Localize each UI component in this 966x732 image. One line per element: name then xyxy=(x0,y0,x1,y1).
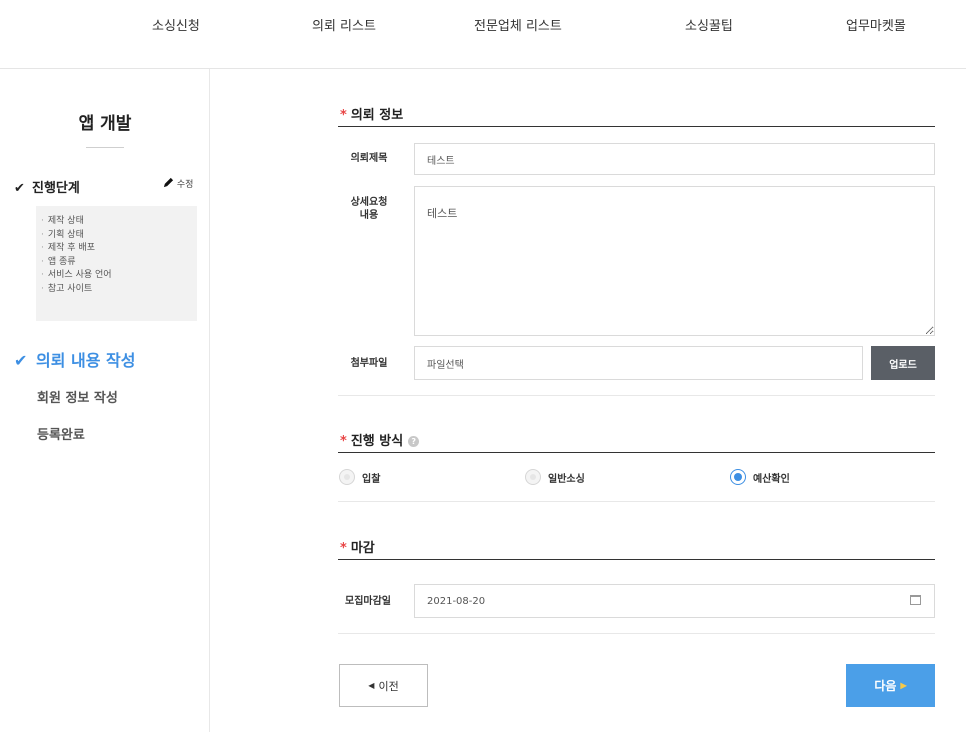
next-button[interactable]: 다음 ▶ xyxy=(846,664,935,707)
sidebar: 앱 개발 ✔ 진행단계 수정 제작 상태 기획 상태 제작 후 배포 앱 종류 서… xyxy=(0,69,210,732)
detail-textarea[interactable] xyxy=(414,186,935,336)
required-mark: * xyxy=(340,434,347,449)
radio-budget-check[interactable]: 예산확인 xyxy=(730,469,790,485)
nav-item-sourcing-tips[interactable]: 소싱꿀팁 xyxy=(685,15,733,34)
arrow-right-icon: ▶ xyxy=(900,681,907,690)
file-label: 첨부파일 xyxy=(350,358,388,369)
required-mark: * xyxy=(340,108,347,123)
step-progress-label: 진행단계 xyxy=(32,181,80,196)
upload-button[interactable]: 업로드 xyxy=(871,346,935,380)
calendar-icon[interactable] xyxy=(910,595,921,605)
list-item: 참고 사이트 xyxy=(41,283,197,297)
section-divider xyxy=(338,395,935,396)
section-divider xyxy=(338,452,935,453)
step-request-content: ✔ 의뢰 내용 작성 xyxy=(14,347,135,371)
section-title-request-info: * 의뢰 정보 xyxy=(340,104,403,123)
section-title-text: 마감 xyxy=(350,541,375,556)
section-divider xyxy=(338,633,935,634)
section-divider xyxy=(338,559,935,560)
arrow-left-icon: ◀ xyxy=(368,681,375,690)
radio-bidding[interactable]: 입찰 xyxy=(339,469,380,485)
nav-item-expert-list[interactable]: 전문업체 리스트 xyxy=(474,15,562,34)
nav-item-business-market[interactable]: 업무마켓몰 xyxy=(846,15,906,34)
list-item: 제작 후 배포 xyxy=(41,242,197,256)
radio-label: 입찰 xyxy=(362,473,381,485)
radio-circle[interactable] xyxy=(730,469,746,485)
list-item: 기획 상태 xyxy=(41,229,197,243)
step-member-info: 회원 정보 작성 xyxy=(37,391,118,406)
edit-button[interactable]: 수정 xyxy=(163,177,193,190)
section-divider xyxy=(338,501,935,502)
step-complete: 등록완료 xyxy=(37,428,85,443)
list-item: 앱 종류 xyxy=(41,256,197,270)
detail-label-line2: 내용 xyxy=(359,210,379,221)
next-label: 다음 xyxy=(874,679,897,693)
radio-circle[interactable] xyxy=(339,469,355,485)
section-title-text: 의뢰 정보 xyxy=(350,108,404,123)
title-label: 의뢰제목 xyxy=(350,153,388,164)
nav-item-sourcing-request[interactable]: 소싱신청 xyxy=(152,15,200,34)
sidebar-divider xyxy=(86,147,124,148)
step-progress: ✔ 진행단계 xyxy=(14,177,80,196)
detail-label-line1: 상세요청 xyxy=(350,197,388,208)
required-mark: * xyxy=(340,541,347,556)
deadline-date-input[interactable]: 2021-08-20 xyxy=(414,584,935,618)
section-divider xyxy=(338,126,935,127)
prev-button[interactable]: ◀ 이전 xyxy=(339,664,428,707)
step-request-content-label: 의뢰 내용 작성 xyxy=(36,351,136,370)
top-navigation: 소싱신청 의뢰 리스트 전문업체 리스트 소싱꿀팁 업무마켓몰 xyxy=(0,0,966,69)
radio-label: 일반소싱 xyxy=(548,473,585,485)
detail-label: 상세요청 내용 xyxy=(345,196,393,222)
title-input[interactable]: 테스트 xyxy=(414,143,935,175)
prev-label: 이전 xyxy=(378,680,399,693)
check-icon: ✔ xyxy=(14,181,25,196)
sidebar-title: 앱 개발 xyxy=(78,114,132,134)
file-select-input[interactable]: 파일선택 xyxy=(414,346,863,380)
radio-label: 예산확인 xyxy=(753,473,790,485)
edit-label: 수정 xyxy=(176,180,194,190)
substep-list: 제작 상태 기획 상태 제작 후 배포 앱 종류 서비스 사용 언어 참고 사이… xyxy=(36,206,197,321)
help-icon[interactable]: ? xyxy=(408,436,420,447)
pencil-icon xyxy=(163,177,174,188)
nav-item-request-list[interactable]: 의뢰 리스트 xyxy=(312,15,376,34)
check-icon: ✔ xyxy=(14,351,28,370)
list-item: 제작 상태 xyxy=(41,215,197,229)
section-title-method: * 진행 방식? xyxy=(340,430,420,449)
radio-general-sourcing[interactable]: 일반소싱 xyxy=(525,469,585,485)
section-title-deadline: * 마감 xyxy=(340,537,375,556)
list-item: 서비스 사용 언어 xyxy=(41,269,197,283)
section-title-text: 진행 방식 xyxy=(350,434,404,449)
radio-circle[interactable] xyxy=(525,469,541,485)
deadline-label: 모집마감일 xyxy=(345,596,391,607)
